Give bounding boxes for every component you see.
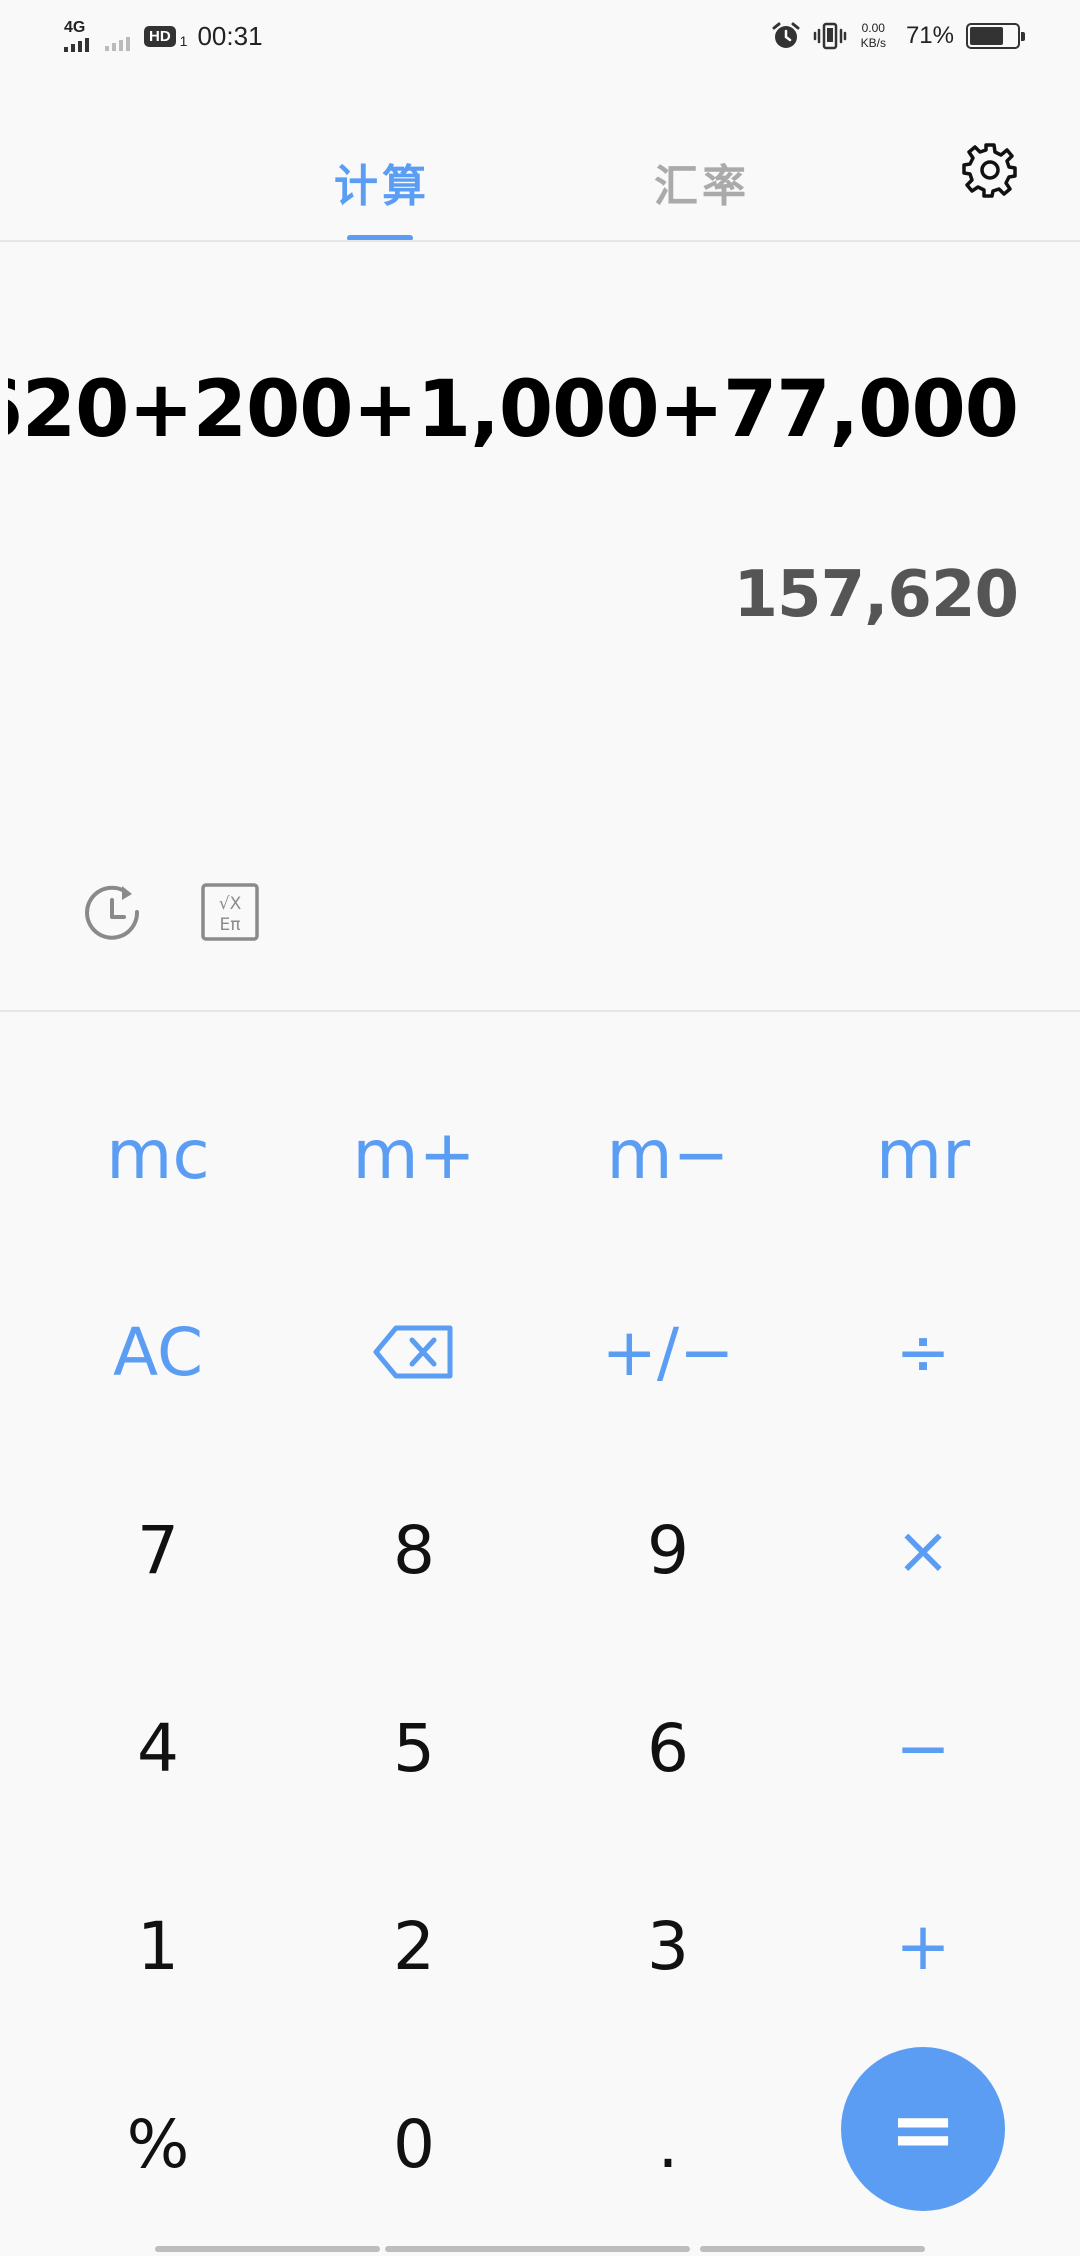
backspace-button[interactable]: [314, 1282, 514, 1422]
nav-bar-segment-right: [700, 2246, 925, 2252]
history-icon[interactable]: [82, 882, 146, 946]
seven-button[interactable]: 7: [58, 1480, 258, 1620]
battery-icon: [966, 23, 1025, 49]
equals-button[interactable]: =: [841, 2047, 1005, 2211]
svg-text:Eπ: Eπ: [220, 915, 241, 935]
alarm-icon: [772, 22, 800, 48]
signal-bars-icon: [64, 36, 89, 52]
battery-percent: 71%: [905, 22, 954, 49]
decimal-button[interactable]: .: [568, 2074, 768, 2214]
net-speed: 0.00 KB/s: [861, 21, 886, 51]
plus-button[interactable]: +: [823, 1876, 1023, 2016]
mr-button[interactable]: mr: [823, 1085, 1023, 1225]
m-plus-button[interactable]: m+: [314, 1085, 514, 1225]
eight-button[interactable]: 8: [314, 1480, 514, 1620]
expression-display[interactable]: 0+22,620+200+1,000+77,000: [8, 365, 1018, 455]
status-right: 0.00 KB/s 71%: [771, 21, 1025, 51]
divide-button[interactable]: ÷: [823, 1282, 1023, 1422]
signal-bars-secondary-icon: [105, 35, 130, 51]
clock: 00:31: [197, 20, 263, 51]
multiply-button[interactable]: ×: [823, 1480, 1023, 1620]
nav-bar-segment-center: [385, 2246, 690, 2252]
three-button[interactable]: 3: [568, 1876, 768, 2016]
net-speed-value: 0.00: [861, 21, 885, 35]
tabs-divider: [0, 240, 1080, 242]
expression-text: 0+22,620+200+1,000+77,000: [8, 365, 1018, 455]
zero-button[interactable]: 0: [314, 2074, 514, 2214]
keypad: mc m+ m− mr AC +/− ÷ 7 8 9 × 4 5 6 − 1 2…: [0, 1012, 1080, 2242]
minus-button[interactable]: −: [823, 1678, 1023, 1818]
tab-calculate[interactable]: 计算: [334, 150, 430, 214]
signal-4g: 4G: [64, 20, 89, 52]
five-button[interactable]: 5: [314, 1678, 514, 1818]
two-button[interactable]: 2: [314, 1876, 514, 2016]
network-type: 4G: [64, 19, 86, 36]
tab-exchange-rate[interactable]: 汇率: [654, 150, 750, 214]
hd-badge: HD: [144, 25, 176, 47]
four-button[interactable]: 4: [58, 1678, 258, 1818]
six-button[interactable]: 6: [568, 1678, 768, 1818]
percent-button[interactable]: %: [58, 2074, 258, 2214]
scientific-icon[interactable]: √X Eπ: [200, 882, 260, 942]
status-left: 4G HD 1 00:31: [64, 20, 263, 52]
calculator-app: 4G HD 1 00:31 0.00 KB/s 71% 计算 汇率 20+200…: [0, 0, 1080, 2256]
mc-button[interactable]: mc: [58, 1085, 258, 1225]
vibrate-icon: [813, 22, 846, 50]
svg-text:√X: √X: [219, 894, 242, 914]
m-minus-button[interactable]: m−: [568, 1085, 768, 1225]
battery-fill: [970, 27, 1003, 45]
mode-tabs: 计算 汇率: [0, 130, 1080, 241]
result-display: 157,620: [733, 558, 1019, 632]
nav-bar-segment-left: [155, 2246, 380, 2252]
one-button[interactable]: 1: [58, 1876, 258, 2016]
gear-icon[interactable]: [961, 141, 1019, 199]
backspace-icon: [373, 1325, 453, 1379]
hd-sub: 1: [179, 33, 188, 49]
ac-button[interactable]: AC: [58, 1282, 258, 1422]
plus-minus-button[interactable]: +/−: [568, 1282, 768, 1422]
nine-button[interactable]: 9: [568, 1480, 768, 1620]
net-speed-unit: KB/s: [860, 36, 886, 50]
status-bar: 4G HD 1 00:31 0.00 KB/s 71%: [0, 0, 1080, 72]
